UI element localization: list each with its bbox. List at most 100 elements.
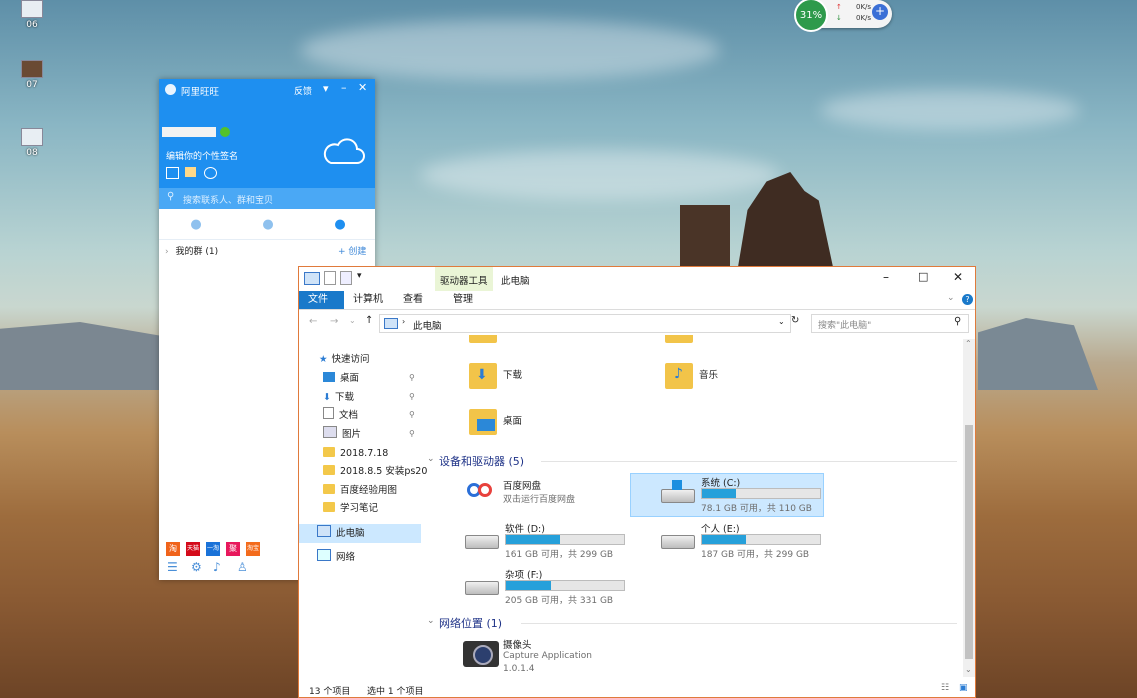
customize-toolbar-icon[interactable]: ▾ — [357, 271, 362, 281]
desktop-shortcut[interactable]: 06 — [17, 0, 47, 30]
skin-icon[interactable]: ▾ — [323, 82, 329, 95]
menu-icon[interactable]: ☰ — [167, 560, 178, 574]
drive-f[interactable]: 杂项 (F:) 205 GB 可用，共 331 GB — [465, 567, 625, 607]
nav-item-desktop[interactable]: 桌面 — [323, 370, 359, 388]
collapse-chevron-icon[interactable]: ⌄ — [427, 616, 435, 626]
drive-name: 个人 (E:) — [701, 524, 740, 535]
sound-icon[interactable]: ♪ — [213, 560, 221, 574]
folder-icon[interactable] — [665, 335, 693, 343]
search-input[interactable]: 搜索"此电脑" ⚲ — [811, 314, 969, 333]
back-arrow-icon[interactable]: ← — [309, 316, 317, 327]
downloads-folder-icon[interactable]: ⬇ — [469, 363, 497, 389]
camera-icon[interactable] — [463, 641, 499, 667]
desktop-shortcut[interactable]: 08 — [17, 128, 47, 158]
minimize-button[interactable]: – — [341, 81, 347, 94]
camera-name[interactable]: 摄像头 — [503, 637, 532, 651]
search-icon: ⚲ — [167, 191, 175, 202]
nav-item-folder[interactable]: 2018.8.5 安装ps20 — [323, 463, 427, 481]
new-folder-icon[interactable] — [340, 271, 352, 285]
settings-gear-icon[interactable]: ⚙ — [191, 560, 202, 574]
groups-tab-icon[interactable]: ● — [331, 217, 349, 233]
minimize-button[interactable]: – — [883, 270, 889, 284]
status-selected-count: 选中 1 个项目 — [367, 687, 424, 697]
nav-this-pc[interactable]: 此电脑 — [317, 525, 365, 543]
close-button[interactable]: ✕ — [358, 81, 367, 94]
forward-arrow-icon[interactable]: → — [330, 316, 338, 327]
taobao-shop-icon[interactable]: 淘宝 — [246, 542, 260, 556]
baidu-netdisk-desc: 双击运行百度网盘 — [503, 495, 576, 505]
app-icon[interactable] — [185, 167, 196, 177]
scrollbar-thumb[interactable] — [965, 425, 973, 659]
nav-item-downloads[interactable]: ⬇ 下载 — [323, 389, 354, 407]
user-manager-icon[interactable]: ♙ — [237, 560, 248, 574]
tab-view[interactable]: 查看 — [394, 291, 432, 309]
hard-drive-icon — [661, 535, 695, 549]
messages-tab-icon[interactable]: ● — [187, 217, 205, 233]
nav-item-folder[interactable]: 百度经验用图 — [323, 482, 397, 500]
folder-label[interactable]: 桌面 — [503, 413, 522, 427]
pin-icon: ⚲ — [409, 429, 415, 438]
desktop-folder-icon[interactable] — [469, 409, 497, 435]
drive-e[interactable]: 个人 (E:) 187 GB 可用，共 299 GB — [661, 521, 821, 561]
nav-item-folder[interactable]: 学习笔记 — [323, 500, 378, 518]
close-button[interactable]: ✕ — [953, 270, 963, 284]
app-icon[interactable] — [166, 167, 179, 179]
baidu-netdisk-name[interactable]: 百度网盘 — [503, 478, 541, 492]
tab-computer[interactable]: 计算机 — [344, 291, 392, 309]
nav-item-folder[interactable]: 2018.7.18 — [323, 445, 388, 463]
collapse-chevron-icon[interactable]: ⌄ — [427, 454, 435, 464]
help-icon[interactable]: ? — [962, 294, 973, 305]
app-icon[interactable] — [204, 167, 217, 179]
large-icons-view-icon[interactable]: ▣ — [959, 683, 968, 693]
folder-label[interactable]: 音乐 — [699, 367, 718, 381]
devices-section-header[interactable]: 设备和驱动器 (5) — [439, 453, 524, 469]
refresh-icon[interactable]: ↻ — [791, 315, 799, 326]
tmall-icon[interactable]: 天猫 — [186, 542, 200, 556]
network-speed-widget[interactable]: 31% ↑ 0K/s ↓ 0K/s + — [794, 0, 892, 32]
boost-button[interactable]: + — [872, 4, 888, 20]
network-section-header[interactable]: 网络位置 (1) — [439, 615, 502, 631]
folder-icon[interactable] — [469, 335, 497, 343]
my-groups-item[interactable]: › 我的群 (1) — [165, 244, 218, 257]
camera-version: 1.0.1.4 — [503, 664, 535, 674]
folder-label[interactable]: 下载 — [503, 367, 522, 381]
sky-cloud — [300, 20, 720, 80]
nav-item-pictures[interactable]: 图片 — [323, 426, 361, 444]
pin-icon: ⚲ — [409, 410, 415, 419]
tab-manage[interactable]: 管理 — [444, 291, 482, 309]
create-group-link[interactable]: + 创建 — [338, 244, 366, 257]
expand-ribbon-icon[interactable]: ⌄ — [947, 293, 955, 303]
drive-usage-bar — [701, 534, 821, 545]
signature-text[interactable]: 编辑你的个性签名 — [166, 149, 238, 162]
upload-rate: 0K/s — [856, 3, 872, 11]
scroll-down-arrow-icon[interactable]: ⌄ — [965, 665, 972, 674]
address-bar[interactable]: › 此电脑 ⌄ — [379, 314, 791, 333]
nav-quick-access[interactable]: ★ 快速访问 — [319, 351, 370, 369]
up-arrow-icon[interactable]: ↑ — [365, 315, 373, 326]
details-view-icon[interactable]: ☷ — [941, 683, 949, 693]
juhuasuan-icon[interactable]: 聚 — [226, 542, 240, 556]
divider — [159, 239, 375, 240]
address-dropdown-icon[interactable]: ⌄ — [778, 317, 785, 326]
contacts-tab-icon[interactable]: ● — [259, 217, 277, 233]
baidu-netdisk-icon[interactable] — [465, 479, 497, 505]
drive-d[interactable]: 软件 (D:) 161 GB 可用，共 299 GB — [465, 521, 625, 561]
scroll-up-arrow-icon[interactable]: ⌃ — [965, 339, 972, 348]
drive-c[interactable]: 系统 (C:) 78.1 GB 可用，共 110 GB — [661, 475, 821, 515]
feedback-link[interactable]: 反馈 — [294, 84, 312, 97]
tab-file[interactable]: 文件 — [299, 291, 344, 309]
properties-icon[interactable] — [324, 271, 336, 285]
desktop-shortcut[interactable]: 07 — [17, 60, 47, 90]
search-placeholder: 搜索联系人、群和宝贝 — [183, 196, 274, 206]
taobao-icon[interactable]: 淘 — [166, 542, 180, 556]
music-folder-icon[interactable]: ♪ — [665, 363, 693, 389]
nav-network[interactable]: 网络 — [317, 549, 355, 567]
recent-chevron-icon[interactable]: ⌄ — [349, 316, 356, 325]
etao-icon[interactable]: 一淘 — [206, 542, 220, 556]
window-title: 此电脑 — [501, 276, 530, 287]
maximize-button[interactable]: □ — [918, 270, 928, 283]
status-item-count: 13 个项目 — [309, 687, 351, 697]
nav-item-documents[interactable]: 文档 — [323, 407, 358, 425]
contact-search-input[interactable]: ⚲ 搜索联系人、群和宝贝 — [159, 188, 375, 209]
vertical-scrollbar[interactable]: ⌃ ⌄ — [963, 339, 975, 677]
